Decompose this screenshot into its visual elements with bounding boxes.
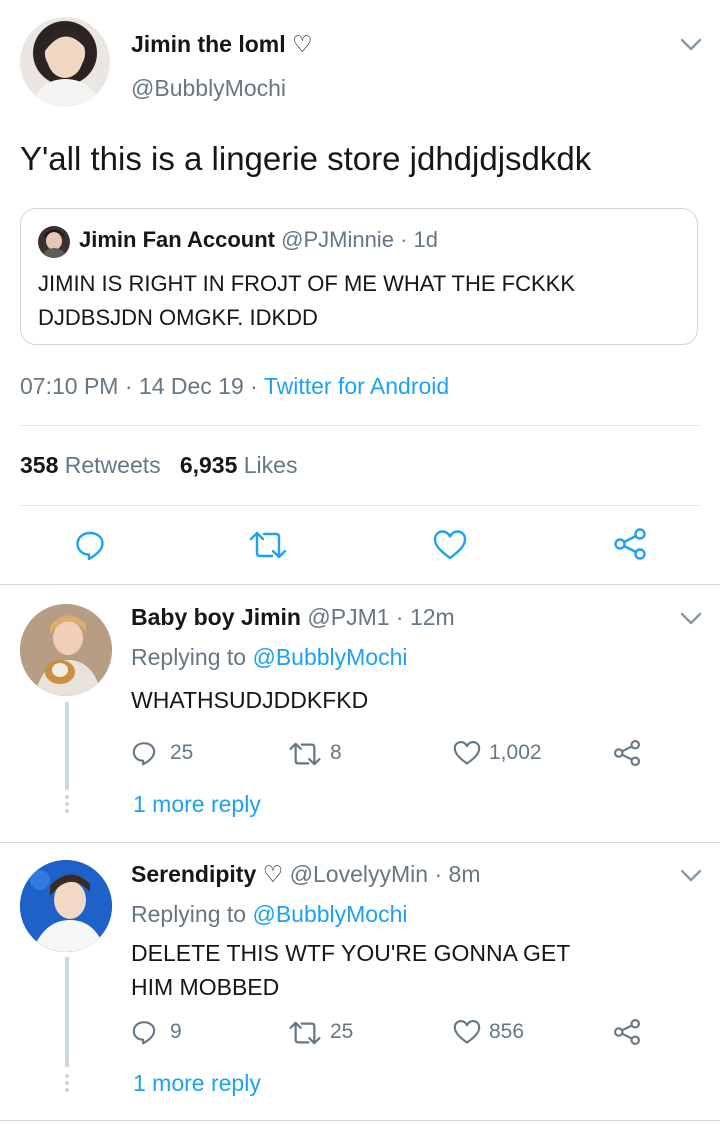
chevron-down-icon[interactable] bbox=[680, 612, 702, 626]
retweets-stat[interactable]: 358 Retweets bbox=[20, 452, 161, 478]
more-replies-link[interactable]: 1 more reply bbox=[133, 1070, 261, 1097]
retweets-label: Retweets bbox=[64, 452, 161, 478]
handle[interactable]: @LovelyyMin bbox=[290, 861, 428, 887]
quoted-text-line1: JIMIN IS RIGHT IN FROJT OF ME WHAT THE F… bbox=[38, 271, 575, 296]
likes-count: 6,935 bbox=[179, 452, 238, 478]
reply-text: WHATHSUDJDDKFKD bbox=[131, 683, 368, 717]
avatar[interactable] bbox=[20, 604, 112, 696]
replying-to-handle[interactable]: @BubblyMochi bbox=[252, 644, 407, 670]
thread-line bbox=[65, 957, 69, 1067]
divider bbox=[20, 505, 700, 506]
like-icon[interactable] bbox=[453, 740, 481, 766]
retweet-count: 25 bbox=[330, 1020, 354, 1043]
tweet-text: Y'all this is a lingerie store jdhdjdjsd… bbox=[20, 140, 592, 177]
more-replies-link[interactable]: 1 more reply bbox=[133, 791, 261, 818]
quoted-text: JIMIN IS RIGHT IN FROJT OF ME WHAT THE F… bbox=[38, 267, 575, 335]
retweet-icon[interactable] bbox=[288, 741, 322, 767]
reply-age[interactable]: 8m bbox=[449, 861, 481, 887]
share-icon[interactable] bbox=[612, 739, 642, 767]
tweet-client-link[interactable]: Twitter for Android bbox=[264, 373, 449, 399]
like-icon[interactable] bbox=[453, 1019, 481, 1045]
reply-text: DELETE THIS WTF YOU'RE GONNA GET HIM MOB… bbox=[131, 936, 570, 1004]
divider bbox=[20, 425, 700, 426]
display-name[interactable]: Jimin the loml bbox=[131, 31, 286, 57]
tweet-time[interactable]: 07:10 PM bbox=[20, 373, 118, 399]
chevron-down-icon[interactable] bbox=[680, 38, 702, 52]
reply-age[interactable]: 12m bbox=[410, 604, 455, 630]
display-name[interactable]: Baby boy Jimin bbox=[131, 604, 301, 630]
reply-count: 25 bbox=[170, 741, 194, 764]
reply-text-line1: WHATHSUDJDDKFKD bbox=[131, 687, 369, 713]
handle[interactable]: @PJM1 bbox=[307, 604, 389, 630]
likes-stat[interactable]: 6,935 Likes bbox=[180, 452, 298, 478]
thread-dots-icon bbox=[63, 1073, 71, 1093]
reply-text-line1: DELETE THIS WTF YOU'RE GONNA GET bbox=[131, 940, 571, 966]
retweet-count: 8 bbox=[330, 741, 342, 764]
avatar[interactable] bbox=[20, 860, 112, 952]
replying-to: Replying to @BubblyMochi bbox=[131, 901, 408, 928]
divider bbox=[0, 584, 720, 585]
quoted-age[interactable]: 1d bbox=[414, 227, 438, 252]
reply-count: 9 bbox=[170, 1020, 182, 1043]
timestamp-row: 07:10 PM · 14 Dec 19 · Twitter for Andro… bbox=[20, 373, 449, 400]
separator-dot: · bbox=[124, 373, 133, 399]
reply-text-line2: HIM MOBBED bbox=[131, 974, 280, 1000]
display-name[interactable]: Serendipity bbox=[131, 861, 256, 887]
quoted-tweet[interactable]: Jimin Fan Account @PJMinnie · 1d JIMIN I… bbox=[20, 208, 698, 345]
quoted-text-line2: DJDBSJDN OMGKF. IDKDD bbox=[38, 305, 318, 330]
engagement-stats: 358 Retweets 6,935 Likes bbox=[20, 452, 297, 479]
replying-to-handle[interactable]: @BubblyMochi bbox=[252, 901, 407, 927]
reply-icon[interactable] bbox=[74, 529, 106, 561]
reply-header: Serendipity ♡ @LovelyyMin · 8m bbox=[131, 861, 480, 888]
separator-dot: · bbox=[395, 604, 404, 630]
like-count: 856 bbox=[489, 1020, 525, 1043]
separator-dot: · bbox=[434, 861, 443, 887]
reply-header: Baby boy Jimin @PJM1 · 12m bbox=[131, 604, 455, 631]
avatar[interactable] bbox=[20, 17, 110, 107]
handle[interactable]: @BubblyMochi bbox=[131, 75, 286, 102]
share-icon[interactable] bbox=[612, 527, 648, 561]
heart-symbol: ♡ bbox=[262, 861, 284, 887]
share-icon[interactable] bbox=[612, 1018, 642, 1046]
divider bbox=[0, 842, 720, 843]
divider bbox=[0, 1120, 720, 1121]
quoted-header: Jimin Fan Account @PJMinnie · 1d bbox=[79, 227, 438, 253]
quoted-display-name[interactable]: Jimin Fan Account bbox=[79, 227, 275, 252]
thread-dots-icon bbox=[63, 794, 71, 814]
author-name-row[interactable]: Jimin the loml ♡ bbox=[131, 31, 313, 58]
quoted-handle[interactable]: @PJMinnie bbox=[281, 227, 394, 252]
tweet-date[interactable]: 14 Dec 19 bbox=[139, 373, 244, 399]
replying-to: Replying to @BubblyMochi bbox=[131, 644, 408, 671]
heart-symbol: ♡ bbox=[292, 31, 313, 57]
like-count: 1,002 bbox=[489, 741, 542, 764]
like-icon[interactable] bbox=[433, 529, 467, 561]
separator-dot: · bbox=[250, 373, 258, 399]
reply-icon[interactable] bbox=[131, 1019, 157, 1045]
chevron-down-icon[interactable] bbox=[680, 869, 702, 883]
replying-to-prefix: Replying to bbox=[131, 901, 247, 927]
reply-icon[interactable] bbox=[131, 740, 157, 766]
thread-line bbox=[65, 702, 69, 790]
retweet-icon[interactable] bbox=[248, 530, 288, 560]
separator-dot: · bbox=[400, 227, 408, 252]
retweet-icon[interactable] bbox=[288, 1020, 322, 1046]
quoted-avatar[interactable] bbox=[38, 226, 70, 258]
replying-to-prefix: Replying to bbox=[131, 644, 247, 670]
retweets-count: 358 bbox=[20, 452, 59, 478]
likes-label: Likes bbox=[243, 452, 298, 478]
